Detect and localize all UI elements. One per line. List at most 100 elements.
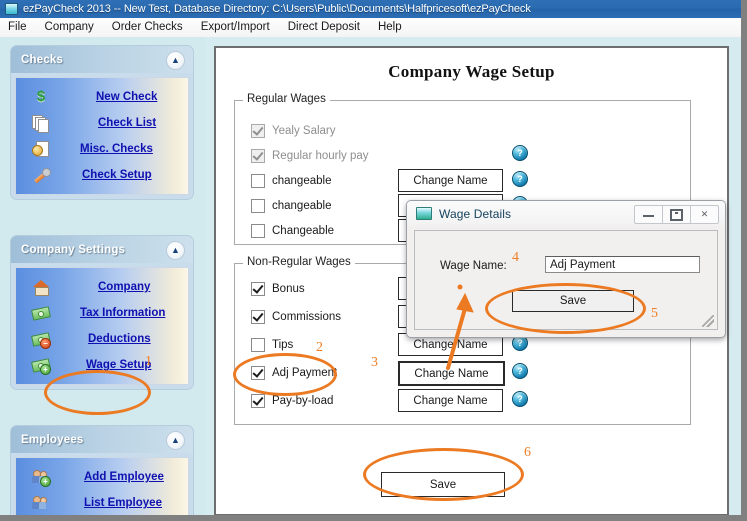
sidebar-panel-body-checks: $ New Check Check List Misc. Checks Chec…	[10, 73, 194, 200]
checkbox-label: changeable	[272, 200, 332, 212]
menu-item-export-import[interactable]: Export/Import	[192, 18, 279, 37]
checkbox-adj-payment[interactable]	[251, 366, 265, 380]
window-right-edge	[741, 0, 747, 521]
checkbox-regular-hourly-pay	[251, 149, 265, 163]
close-icon[interactable]: ✕	[690, 205, 719, 224]
menu-item-company[interactable]: Company	[36, 18, 103, 37]
checkbox-label: Commissions	[272, 311, 342, 323]
wage-name-input[interactable]: Adj Payment	[545, 256, 700, 273]
sidebar-item-label: Check Setup	[82, 169, 152, 181]
checkbox-tips[interactable]	[251, 338, 265, 352]
checkbox-label: Yealy Salary	[272, 125, 336, 137]
sidebar-panel-header-employees[interactable]: Employees ▲	[10, 425, 194, 453]
sidebar-panel-employees: Employees ▲ + Add Employee List Employee	[10, 425, 194, 521]
checkbox-bonus[interactable]	[251, 282, 265, 296]
non-regular-wage-row-1[interactable]: Commissions	[251, 309, 341, 325]
checkbox-label: Changeable	[272, 225, 335, 237]
sidebar-item-check-list[interactable]: Check List	[16, 110, 188, 136]
chevron-up-icon[interactable]: ▲	[166, 51, 185, 70]
sidebar-item-label: New Check	[96, 91, 158, 103]
sidebar-item-new-check[interactable]: $ New Check	[16, 84, 188, 110]
sidebar-item-label: Check List	[98, 117, 157, 129]
annotation-number-6: 6	[524, 445, 531, 460]
sidebar-panel-checks: Checks ▲ $ New Check Check List Misc. Ch…	[10, 45, 194, 200]
change-name-button-n4[interactable]: Change Name	[398, 389, 503, 412]
regular-wage-row-3[interactable]: changeable	[251, 198, 331, 214]
non-regular-wage-row-0[interactable]: Bonus	[251, 281, 305, 297]
sidebar-item-label: Tax Information	[80, 307, 166, 319]
page-title: Company Wage Setup	[388, 62, 555, 81]
regular-wage-row-0[interactable]: Yealy Salary	[251, 123, 336, 139]
maximize-icon[interactable]	[662, 205, 691, 224]
dollar-icon: $	[36, 88, 46, 105]
sidebar: Checks ▲ $ New Check Check List Misc. Ch…	[0, 37, 205, 521]
help-icon[interactable]: ?	[512, 145, 528, 161]
non-regular-wages-legend: Non-Regular Wages	[243, 256, 355, 268]
window-icon	[416, 207, 432, 220]
window-bottom-edge	[0, 515, 747, 521]
app-window: ezPayCheck 2013 -- New Test, Database Di…	[0, 0, 747, 521]
sidebar-item-deductions[interactable]: − Deductions	[16, 326, 188, 352]
checkbox-changeable-1[interactable]	[251, 174, 265, 188]
annotation-number-4: 4	[512, 250, 519, 265]
sidebar-item-label: Wage Setup	[86, 359, 152, 371]
help-icon[interactable]: ?	[512, 171, 528, 187]
save-button[interactable]: Save	[381, 472, 505, 497]
sidebar-panel-header-checks[interactable]: Checks ▲	[10, 45, 194, 73]
checkbox-commissions[interactable]	[251, 310, 265, 324]
change-name-button-n3[interactable]: Change Name	[398, 361, 505, 386]
non-regular-wage-row-2[interactable]: Tips	[251, 337, 293, 353]
sidebar-item-label: Deductions	[88, 333, 151, 345]
wage-details-dialog: Wage Details ✕ Wage Name: Adj Payment Sa…	[406, 200, 726, 338]
non-regular-wage-row-4[interactable]: Pay-by-load	[251, 393, 333, 409]
app-icon	[5, 3, 18, 15]
sidebar-item-tax-information[interactable]: Tax Information	[16, 300, 188, 326]
checkbox-changeable-3[interactable]	[251, 224, 265, 238]
window-title-bar: ezPayCheck 2013 -- New Test, Database Di…	[0, 0, 747, 18]
help-icon[interactable]: ?	[512, 363, 528, 379]
sidebar-panel-title: Checks	[21, 53, 64, 66]
sidebar-item-list-employee[interactable]: List Employee	[16, 490, 188, 516]
sidebar-item-misc-checks[interactable]: Misc. Checks	[16, 136, 188, 162]
checkbox-changeable-2[interactable]	[251, 199, 265, 213]
sidebar-panel-body-employees: + Add Employee List Employee	[10, 453, 194, 521]
non-regular-wage-row-3[interactable]: Adj Payment	[251, 365, 337, 381]
sidebar-item-add-employee[interactable]: + Add Employee	[16, 464, 188, 490]
window-title: ezPayCheck 2013 -- New Test, Database Di…	[23, 3, 531, 15]
checkbox-label: Tips	[272, 339, 294, 351]
documents-stack-icon	[32, 114, 50, 133]
regular-wage-row-1[interactable]: Regular hourly pay	[251, 148, 369, 164]
sidebar-item-wage-setup[interactable]: + Wage Setup	[16, 352, 188, 378]
money-plus-icon: +	[31, 356, 51, 375]
person-add-icon: +	[32, 468, 51, 487]
sidebar-panel-header-company-settings[interactable]: Company Settings ▲	[10, 235, 194, 263]
dialog-save-button[interactable]: Save	[512, 290, 634, 312]
house-icon	[32, 278, 50, 296]
annotation-number-5: 5	[651, 306, 658, 321]
menu-item-help[interactable]: Help	[369, 18, 411, 37]
chevron-up-icon[interactable]: ▲	[166, 431, 185, 450]
chevron-up-icon[interactable]: ▲	[166, 241, 185, 260]
dialog-title-bar: Wage Details ✕	[407, 201, 725, 226]
resize-grip[interactable]	[702, 315, 714, 327]
menu-item-order-checks[interactable]: Order Checks	[103, 18, 192, 37]
sidebar-panel-company-settings: Company Settings ▲ Company Tax Informati…	[10, 235, 194, 390]
menu-item-file[interactable]: File	[0, 18, 36, 37]
minimize-icon[interactable]	[634, 205, 663, 224]
help-icon[interactable]: ?	[512, 391, 528, 407]
checkbox-pay-by-load[interactable]	[251, 394, 265, 408]
menu-bar: File Company Order Checks Export/Import …	[0, 18, 747, 38]
sidebar-item-label: List Employee	[84, 497, 162, 509]
regular-wage-row-2[interactable]: changeable	[251, 173, 331, 189]
sidebar-panel-body-company-settings: Company Tax Information − Deductions + W…	[10, 263, 194, 390]
checkbox-yearly-salary	[251, 124, 265, 138]
annotation-number-2: 2	[316, 340, 323, 355]
change-name-button-r2[interactable]: Change Name	[398, 169, 503, 192]
sidebar-item-check-setup[interactable]: Check Setup	[16, 162, 188, 188]
regular-wage-row-4[interactable]: Changeable	[251, 223, 334, 239]
menu-item-direct-deposit[interactable]: Direct Deposit	[279, 18, 369, 37]
checkbox-label: Regular hourly pay	[272, 150, 369, 162]
dialog-body: Wage Name: Adj Payment Save	[414, 230, 718, 330]
annotation-number-1: 1	[145, 354, 152, 369]
sidebar-item-company[interactable]: Company	[16, 274, 188, 300]
